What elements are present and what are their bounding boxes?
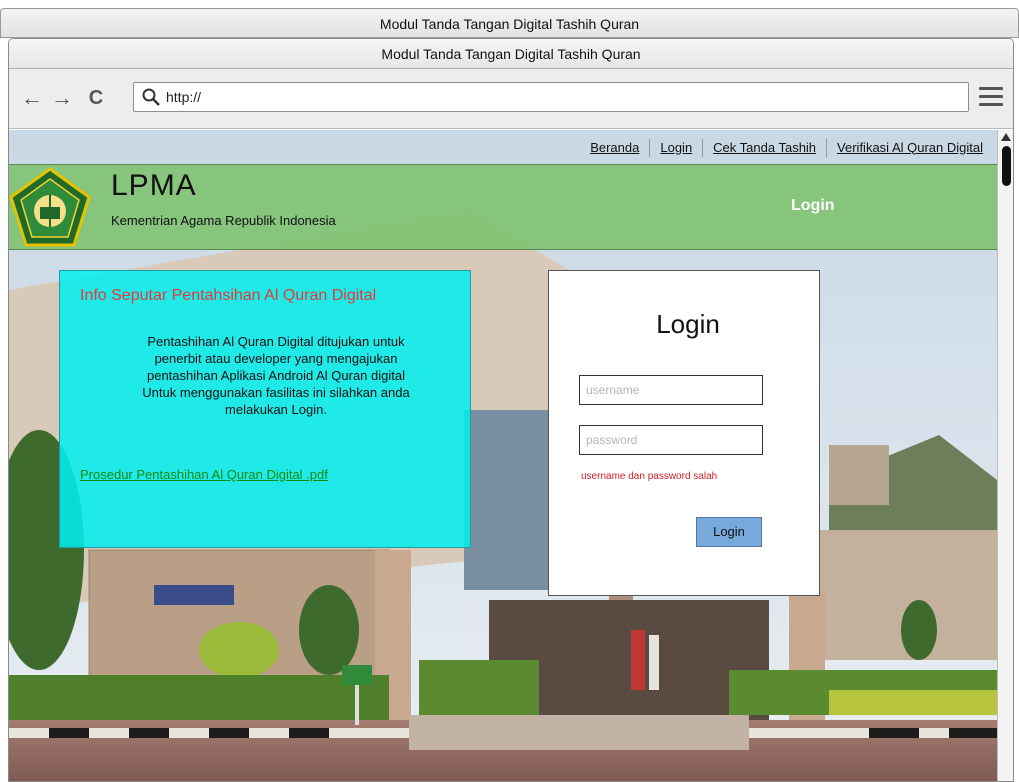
browser-window: Modul Tanda Tangan Digital Tashih Quran … xyxy=(8,38,1014,782)
info-title: Info Seputar Pentahsihan Al Quran Digita… xyxy=(80,287,377,304)
info-line: Untuk menggunakan fasilitas ini silahkan… xyxy=(142,385,410,400)
top-navigation: Beranda Login Cek Tanda Tashih Verifikasi A… xyxy=(9,130,997,164)
nav-link-verifikasi-al-quran-digital[interactable]: Verifikasi Al Quran Digital xyxy=(826,138,993,157)
address-text: http:// xyxy=(166,89,202,105)
scroll-up-icon[interactable] xyxy=(1000,132,1012,142)
info-line: pentashihan Aplikasi Android Al Quran di… xyxy=(146,368,405,383)
arrow-left-icon[interactable]: ← xyxy=(19,85,45,111)
address-bar[interactable]: http:// xyxy=(133,82,969,112)
nav-link-cek-tanda-tashih[interactable]: Cek Tanda Tashih xyxy=(702,138,826,157)
login-error-message: username dan password salah xyxy=(581,471,718,482)
info-line: Pentashihan Al Quran Digital ditujukan u… xyxy=(147,334,405,349)
login-panel: Login username dan password salah Login xyxy=(548,270,820,596)
browser-toolbar: ← → C http:// xyxy=(9,69,1013,129)
hamburger-menu-icon[interactable] xyxy=(979,87,1003,109)
info-line: melakukan Login. xyxy=(225,402,327,417)
info-description: Pentashihan Al Quran Digital ditujukan u… xyxy=(86,333,466,418)
header-login-label: Login xyxy=(791,197,835,214)
kemenag-logo xyxy=(9,167,91,247)
page-content: Beranda Login Cek Tanda Tashih Verifikasi A… xyxy=(9,130,997,781)
info-panel: Info Seputar Pentahsihan Al Quran Digita… xyxy=(59,270,471,548)
nav-link-login[interactable]: Login xyxy=(649,138,702,157)
login-title: Login xyxy=(656,309,720,339)
reload-icon[interactable]: C xyxy=(83,85,109,111)
vertical-scrollbar[interactable] xyxy=(997,130,1013,781)
window-title: Modul Tanda Tangan Digital Tashih Quran xyxy=(9,39,1013,69)
outer-window-title: Modul Tanda Tangan Digital Tashih Quran xyxy=(0,8,1019,38)
info-line: penerbit atau developer yang mengajukan xyxy=(154,351,398,366)
brand-subtitle: Kementrian Agama Republik Indonesia xyxy=(111,213,336,228)
site-header: LPMA Kementrian Agama Republik Indonesia… xyxy=(9,164,997,250)
password-input[interactable] xyxy=(579,425,763,455)
prosedur-pdf-link[interactable]: Prosedur Pentashihan Al Quran Digital .p… xyxy=(80,467,328,482)
nav-link-beranda[interactable]: Beranda xyxy=(580,139,649,157)
search-icon xyxy=(142,88,160,106)
arrow-right-icon[interactable]: → xyxy=(49,85,75,111)
scroll-thumb[interactable] xyxy=(1002,146,1011,186)
username-input[interactable] xyxy=(579,375,763,405)
brand-name: LPMA xyxy=(111,169,197,202)
login-button[interactable]: Login xyxy=(696,517,762,547)
